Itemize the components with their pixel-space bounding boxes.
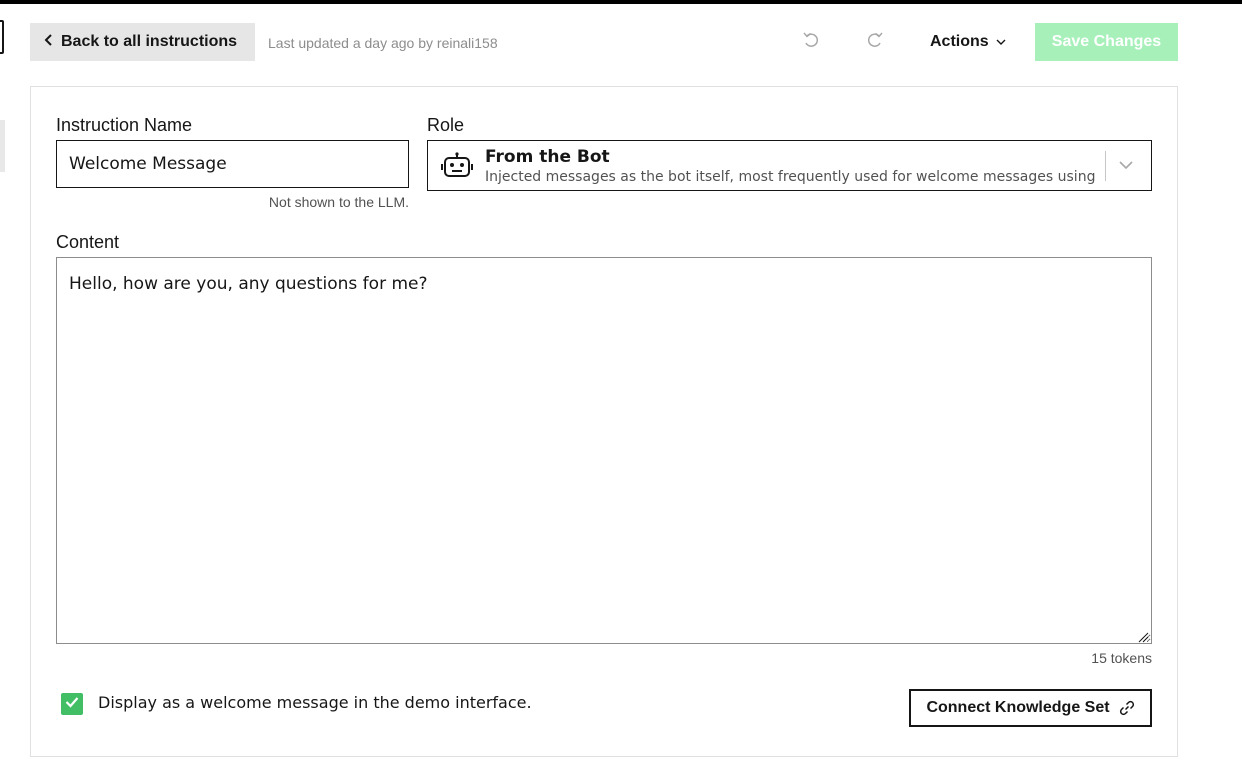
connect-knowledge-set-label: Connect Knowledge Set [926,699,1110,716]
robot-icon [441,152,473,185]
content-textarea[interactable]: Hello, how are you, any questions for me… [56,257,1152,644]
checkmark-icon [65,695,79,713]
undo-icon [801,30,821,55]
sidebar-edge-control[interactable] [0,20,4,54]
last-updated-text: Last updated a day ago by reinali158 [268,35,498,51]
actions-menu-button[interactable]: Actions [930,23,1006,61]
token-count: 15 tokens [1091,650,1152,666]
instruction-name-label: Instruction Name [56,115,193,135]
back-button-label: Back to all instructions [61,33,238,50]
back-to-instructions-button[interactable]: Back to all instructions [30,23,255,61]
role-label: Role [427,115,465,135]
select-divider [1105,151,1106,181]
connect-knowledge-set-button[interactable]: Connect Knowledge Set [909,689,1152,727]
role-description: Injected messages as the bot itself, mos… [485,169,1095,185]
role-title: From the Bot [485,147,610,167]
undo-button[interactable] [796,27,826,57]
page-header: Back to all instructions Last updated a … [30,23,1178,61]
name-helper-text: Not shown to the LLM. [268,194,409,210]
save-changes-button[interactable]: Save Changes [1035,23,1178,61]
welcome-message-checkbox-label[interactable]: Display as a welcome message in the demo… [98,693,532,712]
chevron-down-icon [996,33,1006,51]
content-label: Content [56,232,120,252]
redo-icon [865,30,885,55]
top-border [0,0,1242,4]
chevron-down-icon [1118,155,1134,180]
instruction-form-card: Instruction Name Role Not shown to the L… [30,86,1178,757]
instruction-name-input[interactable] [56,140,409,188]
role-select[interactable]: From the Bot Injected messages as the bo… [427,140,1152,191]
chevron-left-icon [44,33,53,49]
redo-button[interactable] [860,27,890,57]
sidebar-edge [0,120,5,172]
link-icon [1119,700,1135,716]
welcome-message-checkbox[interactable] [61,693,83,715]
actions-label: Actions [930,33,989,50]
resize-handle-icon[interactable] [1137,630,1149,643]
